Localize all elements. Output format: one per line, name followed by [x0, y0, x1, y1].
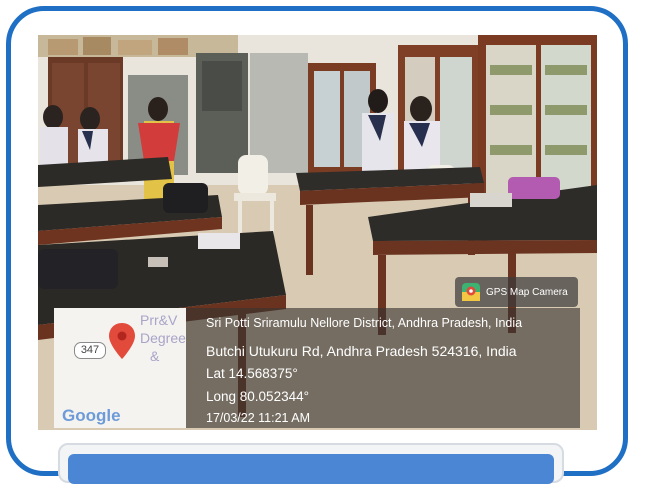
location-pin-icon	[109, 323, 135, 359]
map-place-label-3: &	[150, 348, 160, 364]
longitude-text: Long 80.052344°	[206, 389, 309, 404]
gps-map-camera-badge: GPS Map Camera	[455, 277, 578, 307]
latitude-text: Lat 14.568375°	[206, 366, 298, 381]
location-line-1: Sri Potti Sriramulu Nellore District, An…	[206, 316, 523, 330]
timestamp-text: 17/03/22 11:21 AM	[206, 411, 311, 425]
gps-map-camera-icon	[462, 283, 480, 301]
map-place-label-1: Prr&V	[140, 312, 178, 328]
location-line-2: Butchi Utukuru Rd, Andhra Pradesh 524316…	[206, 343, 517, 359]
google-logo: Google	[62, 406, 121, 426]
location-info-panel: Sri Potti Sriramulu Nellore District, An…	[186, 308, 580, 428]
mini-map: Prr&V Degree & 347 Google	[54, 308, 186, 428]
bottom-panel	[58, 443, 564, 484]
road-shield: 347	[74, 342, 106, 359]
gps-map-camera-label: GPS Map Camera	[486, 286, 568, 298]
map-place-label-2: Degree	[140, 330, 186, 346]
google-brand-text: Google	[62, 406, 121, 425]
